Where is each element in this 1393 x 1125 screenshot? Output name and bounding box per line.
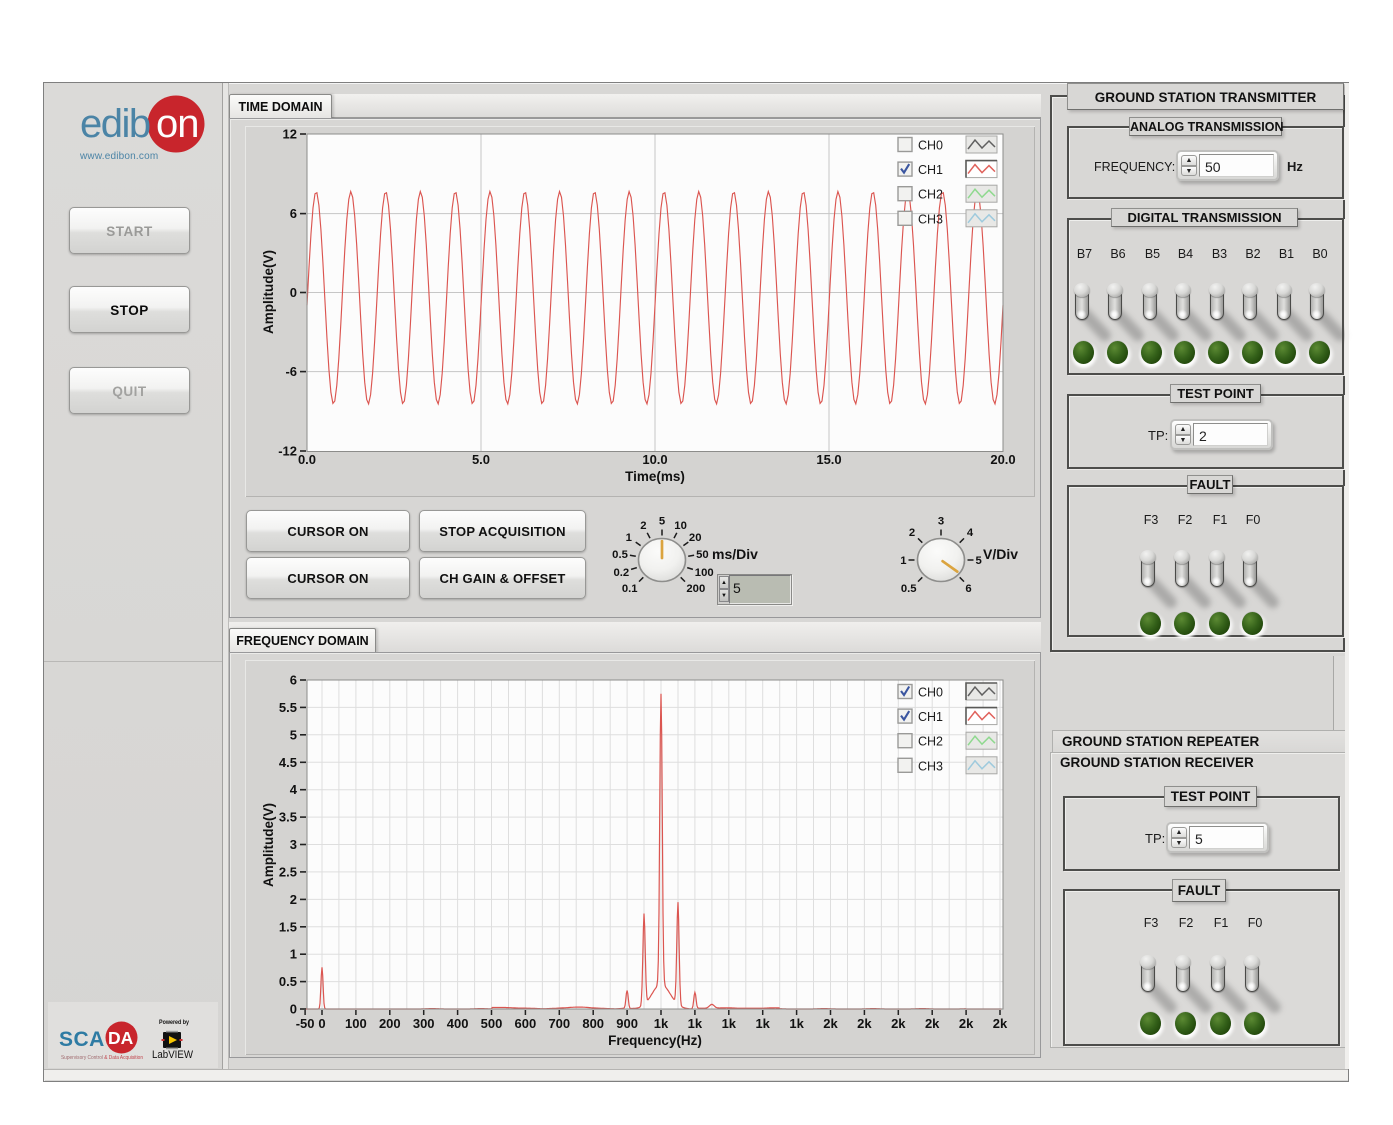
svg-text:2k: 2k: [857, 1016, 872, 1031]
svg-text:DA: DA: [108, 1028, 134, 1048]
svg-text:www.edibon.com: www.edibon.com: [79, 151, 158, 162]
svg-text:5: 5: [976, 555, 982, 567]
svg-text:Frequency(Hz): Frequency(Hz): [608, 1033, 702, 1048]
svg-text:CH2: CH2: [918, 188, 943, 202]
svg-text:0.0: 0.0: [298, 452, 316, 467]
svg-text:0.5: 0.5: [612, 549, 628, 561]
svg-text:15.0: 15.0: [816, 452, 841, 467]
svg-text:0: 0: [318, 1016, 325, 1031]
svg-text:50: 50: [696, 549, 709, 561]
svg-text:4: 4: [967, 527, 974, 539]
svg-text:20: 20: [689, 532, 702, 544]
svg-text:SCA: SCA: [59, 1028, 105, 1051]
svg-text:3: 3: [290, 837, 297, 852]
svg-text:Amplitude(V): Amplitude(V): [261, 803, 276, 887]
svg-text:2k: 2k: [823, 1016, 838, 1031]
svg-text:2k: 2k: [993, 1016, 1008, 1031]
svg-text:6: 6: [290, 206, 297, 221]
svg-text:100: 100: [695, 567, 714, 579]
svg-text:-50: -50: [296, 1016, 315, 1031]
svg-text:6: 6: [290, 673, 297, 688]
svg-text:500: 500: [481, 1016, 503, 1031]
svg-text:CH0: CH0: [918, 139, 943, 153]
svg-text:300: 300: [413, 1016, 435, 1031]
svg-text:900: 900: [616, 1016, 638, 1031]
svg-text:1: 1: [290, 947, 297, 962]
svg-text:-6: -6: [285, 364, 297, 379]
svg-text:CH0: CH0: [918, 686, 943, 700]
svg-text:2k: 2k: [891, 1016, 906, 1031]
svg-text:200: 200: [686, 583, 705, 595]
svg-text:1: 1: [626, 532, 632, 544]
svg-text:10.0: 10.0: [642, 452, 667, 467]
svg-text:3.5: 3.5: [279, 810, 297, 825]
svg-text:700: 700: [548, 1016, 570, 1031]
svg-text:1.5: 1.5: [279, 919, 297, 934]
svg-text:on: on: [156, 102, 199, 146]
svg-text:2: 2: [640, 520, 646, 532]
svg-text:4: 4: [290, 782, 298, 797]
svg-text:Time(ms): Time(ms): [625, 469, 685, 484]
svg-text:2.5: 2.5: [279, 864, 297, 879]
svg-text:0: 0: [290, 1002, 297, 1017]
svg-text:CH2: CH2: [918, 735, 943, 749]
svg-text:CH1: CH1: [918, 163, 943, 177]
svg-text:2k: 2k: [925, 1016, 940, 1031]
svg-text:0.1: 0.1: [622, 583, 638, 595]
svg-text:-12: -12: [278, 444, 297, 459]
svg-text:CH3: CH3: [918, 212, 943, 226]
svg-text:5: 5: [659, 516, 665, 528]
svg-text:10: 10: [674, 520, 687, 532]
svg-text:2: 2: [909, 527, 915, 539]
svg-text:0.5: 0.5: [901, 583, 917, 595]
svg-text:1k: 1k: [722, 1016, 737, 1031]
svg-text:edib: edib: [80, 102, 150, 146]
svg-text:1k: 1k: [688, 1016, 703, 1031]
svg-text:100: 100: [345, 1016, 367, 1031]
svg-text:2: 2: [290, 892, 297, 907]
svg-text:2k: 2k: [959, 1016, 974, 1031]
svg-text:1: 1: [900, 555, 906, 567]
svg-text:20.0: 20.0: [990, 452, 1015, 467]
svg-text:1k: 1k: [789, 1016, 804, 1031]
svg-text:12: 12: [283, 127, 297, 142]
svg-text:800: 800: [582, 1016, 604, 1031]
svg-text:LabVIEW: LabVIEW: [152, 1049, 194, 1061]
svg-text:0.2: 0.2: [613, 567, 629, 579]
svg-text:600: 600: [515, 1016, 537, 1031]
svg-text:400: 400: [447, 1016, 469, 1031]
svg-text:200: 200: [379, 1016, 401, 1031]
svg-text:3: 3: [938, 516, 944, 528]
svg-text:5.5: 5.5: [279, 700, 297, 715]
svg-text:Amplitude(V): Amplitude(V): [261, 250, 276, 334]
svg-text:CH3: CH3: [918, 759, 943, 773]
svg-text:1k: 1k: [755, 1016, 770, 1031]
svg-text:4.5: 4.5: [279, 755, 297, 770]
svg-text:0.5: 0.5: [279, 974, 297, 989]
svg-text:0: 0: [290, 285, 297, 300]
svg-text:1k: 1k: [654, 1016, 669, 1031]
svg-text:Powered by: Powered by: [159, 1019, 189, 1026]
svg-text:CH1: CH1: [918, 710, 943, 724]
svg-text:Supervisory Control & Data Acq: Supervisory Control & Data Acquisition: [61, 1055, 143, 1061]
svg-text:6: 6: [965, 583, 971, 595]
svg-text:5.0: 5.0: [472, 452, 490, 467]
svg-text:5: 5: [290, 727, 297, 742]
